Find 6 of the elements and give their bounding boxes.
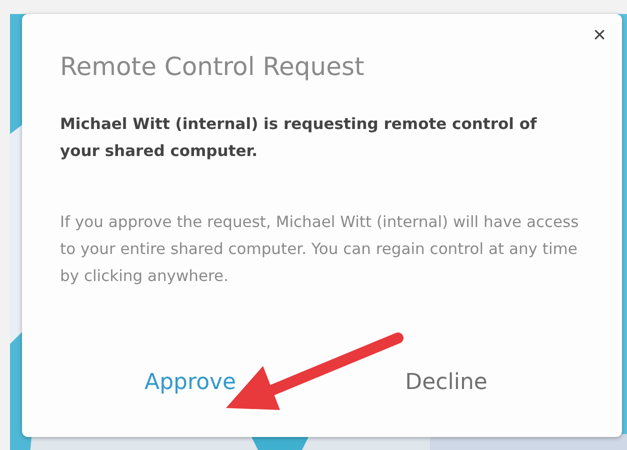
decline-button[interactable]: Decline [397, 368, 496, 397]
close-button[interactable]: × [589, 22, 610, 48]
request-message: Michael Witt (internal) is requesting remote control of your shared computer. [60, 114, 538, 162]
dialog-title: Remote Control Request [60, 52, 366, 81]
details-text: If you approve the request, Michael Witt (internal) will have access to your entire shared computer. You can regain control at any time by clicking anywhere. [60, 212, 580, 287]
approve-button[interactable]: Approve [136, 368, 244, 397]
